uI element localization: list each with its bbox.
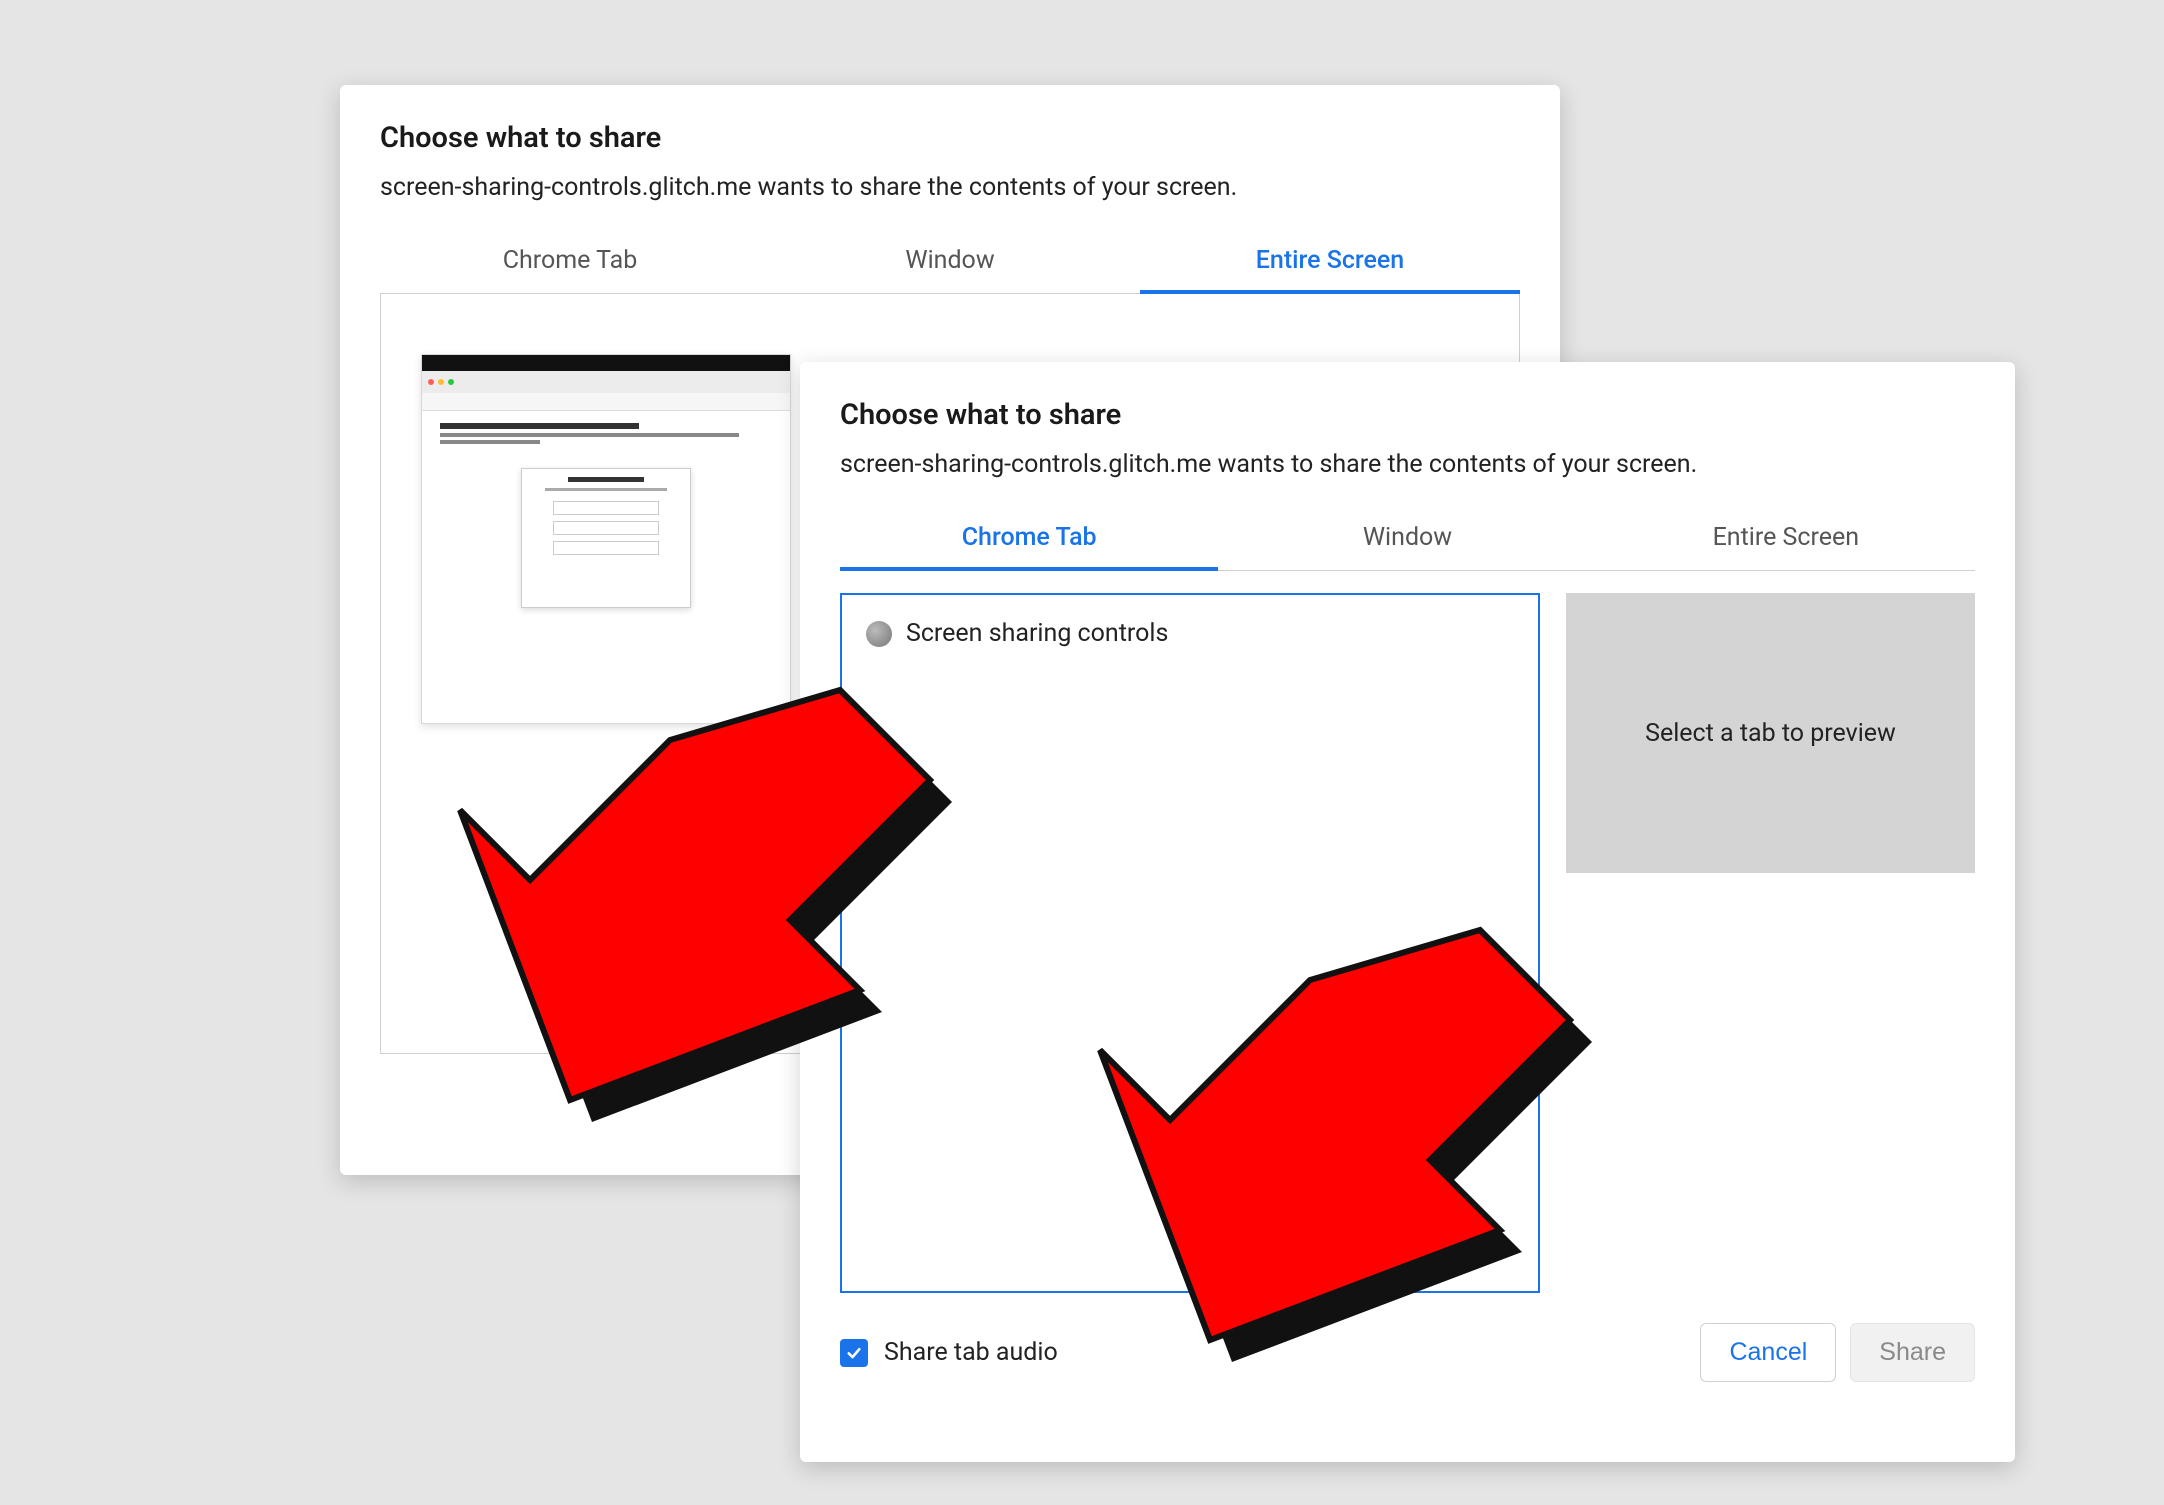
tab-picker-body: Screen sharing controls Select a tab to … [840, 593, 1975, 1293]
globe-icon [866, 621, 892, 647]
share-audio-checkbox[interactable] [840, 1339, 868, 1367]
dialog-title: Choose what to share [840, 398, 1975, 432]
dialog-subtitle: screen-sharing-controls.glitch.me wants … [380, 173, 1520, 202]
dialog-subtitle: screen-sharing-controls.glitch.me wants … [840, 450, 1975, 479]
share-dialog-front: Choose what to share screen-sharing-cont… [800, 362, 2015, 1462]
cancel-button[interactable]: Cancel [1700, 1323, 1836, 1382]
tab-window[interactable]: Window [1218, 509, 1596, 570]
tab-list-item[interactable]: Screen sharing controls [862, 613, 1518, 654]
share-button[interactable]: Share [1850, 1323, 1975, 1382]
preview-placeholder: Select a tab to preview [1645, 719, 1896, 748]
tab-chrome-tab[interactable]: Chrome Tab [840, 509, 1218, 570]
tab-entire-screen[interactable]: Entire Screen [1140, 232, 1520, 293]
dialog-title: Choose what to share [380, 121, 1520, 155]
screen-thumbnail[interactable] [421, 354, 791, 724]
tab-bar: Chrome Tab Window Entire Screen [840, 509, 1975, 571]
check-icon [845, 1344, 863, 1362]
share-audio-label: Share tab audio [884, 1338, 1058, 1367]
tab-window[interactable]: Window [760, 232, 1140, 293]
tab-bar: Chrome Tab Window Entire Screen [380, 232, 1520, 294]
preview-area: Select a tab to preview [1566, 593, 1975, 873]
tab-list: Screen sharing controls [840, 593, 1540, 1293]
tab-entire-screen[interactable]: Entire Screen [1597, 509, 1975, 570]
dialog-footer: Share tab audio Cancel Share [840, 1323, 1975, 1382]
tab-item-label: Screen sharing controls [906, 619, 1168, 648]
tab-chrome-tab[interactable]: Chrome Tab [380, 232, 760, 293]
